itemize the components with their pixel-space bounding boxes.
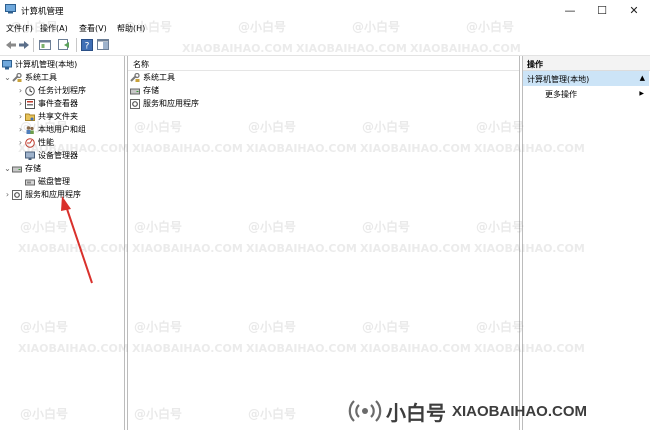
close-button[interactable]: ✕ xyxy=(618,0,650,20)
footer-url-text: XIAOBAIHAO.COM xyxy=(452,402,587,420)
tree-item-services-apps[interactable]: › 服务和应用程序 xyxy=(3,188,81,201)
show-hide-pane-icon[interactable] xyxy=(96,38,109,51)
list-item-services-apps[interactable]: 服务和应用程序 xyxy=(130,97,199,110)
tree-item-event-viewer[interactable]: › 事件查看器 xyxy=(16,97,78,110)
chevron-down-icon[interactable]: ⌄ xyxy=(3,71,12,84)
list-item-storage[interactable]: 存储 xyxy=(130,84,159,97)
storage-icon xyxy=(130,86,140,96)
chevron-right-icon[interactable]: › xyxy=(16,136,25,149)
back-arrow-icon[interactable] xyxy=(4,38,17,51)
svg-text:?: ? xyxy=(84,41,89,51)
tree-item-label: 磁盘管理 xyxy=(38,177,70,186)
tools-icon xyxy=(130,72,140,83)
column-header-label: 名称 xyxy=(133,60,149,69)
forward-arrow-icon[interactable] xyxy=(17,38,30,51)
tree-item-label: 设备管理器 xyxy=(38,151,78,160)
actions-header: 操作 xyxy=(523,56,650,71)
results-pane: 名称 系统工具 存储 服务和应用程序 xyxy=(127,56,520,430)
menu-file[interactable]: 文件(F) xyxy=(6,23,33,34)
performance-icon xyxy=(25,137,35,148)
services-icon xyxy=(12,189,22,200)
actions-pane: 操作 计算机管理(本地) ▲ 更多操作 ▶ xyxy=(522,56,650,430)
tree-item-shared-folders[interactable]: › 共享文件夹 xyxy=(16,110,78,123)
event-viewer-icon xyxy=(25,98,35,109)
actions-section-label: 计算机管理(本地) xyxy=(527,75,590,84)
tree-item-label: 事件查看器 xyxy=(38,99,78,108)
services-icon xyxy=(130,98,140,109)
tree-item-label: 本地用户和组 xyxy=(38,125,86,134)
clock-icon xyxy=(25,85,35,96)
list-item-label: 服务和应用程序 xyxy=(143,99,199,108)
more-actions-label: 更多操作 xyxy=(545,90,577,99)
tree-root-computer-management[interactable]: 计算机管理(本地) xyxy=(2,58,77,71)
tree-item-storage[interactable]: ⌄ 存储 xyxy=(3,162,41,175)
column-header-name[interactable]: 名称 xyxy=(128,56,519,71)
submenu-arrow-icon: ▶ xyxy=(639,90,644,97)
toolbar: ? xyxy=(0,34,650,56)
tree-item-device-manager[interactable]: 设备管理器 xyxy=(16,149,78,162)
chevron-right-icon[interactable]: › xyxy=(16,123,25,136)
list-item-system-tools[interactable]: 系统工具 xyxy=(130,71,175,84)
tree-item-disk-management[interactable]: 磁盘管理 xyxy=(16,175,70,188)
title-bar: 计算机管理 — ☐ ✕ xyxy=(0,0,650,20)
menu-action[interactable]: 操作(A) xyxy=(40,23,68,34)
tree-item-label: 共享文件夹 xyxy=(38,112,78,121)
tree-item-label: 性能 xyxy=(38,138,54,147)
tree-item-system-tools[interactable]: ⌄ 系统工具 xyxy=(3,71,57,84)
maximize-button[interactable]: ☐ xyxy=(586,0,618,20)
tree-root-label: 计算机管理(本地) xyxy=(15,60,78,69)
footer-brand-watermark: 小白号 XIAOBAIHAO.COM xyxy=(348,392,650,430)
up-folder-icon[interactable] xyxy=(38,38,51,51)
chevron-right-icon[interactable]: › xyxy=(3,188,12,201)
list-item-label: 存储 xyxy=(143,86,159,95)
collapse-up-icon[interactable]: ▲ xyxy=(640,74,645,82)
properties-icon[interactable] xyxy=(57,38,70,51)
help-icon[interactable]: ? xyxy=(80,38,93,51)
tree-item-task-scheduler[interactable]: › 任务计划程序 xyxy=(16,84,86,97)
list-item-label: 系统工具 xyxy=(143,73,175,82)
chevron-right-icon[interactable]: › xyxy=(16,110,25,123)
minimize-button[interactable]: — xyxy=(554,0,586,20)
disk-icon xyxy=(25,177,35,187)
tree-item-performance[interactable]: › 性能 xyxy=(16,136,54,149)
toolbar-separator xyxy=(76,38,77,52)
chevron-right-icon[interactable]: › xyxy=(16,84,25,97)
storage-icon xyxy=(12,164,22,174)
computer-management-icon xyxy=(5,4,16,14)
tree-item-label: 任务计划程序 xyxy=(38,86,86,95)
device-manager-icon xyxy=(25,151,35,161)
footer-brand-text: 小白号 xyxy=(386,400,446,425)
chevron-down-icon[interactable]: ⌄ xyxy=(3,162,12,175)
tree-item-local-users-groups[interactable]: › 本地用户和组 xyxy=(16,123,86,136)
tree-item-label: 服务和应用程序 xyxy=(25,190,81,199)
menu-view[interactable]: 查看(V) xyxy=(79,23,107,34)
menu-bar: 文件(F) 操作(A) 查看(V) 帮助(H) xyxy=(0,20,650,34)
tree-item-label: 存储 xyxy=(25,164,41,173)
chevron-right-icon[interactable]: › xyxy=(16,97,25,110)
tree-item-label: 系统工具 xyxy=(25,73,57,82)
computer-management-icon xyxy=(2,59,12,70)
minimize-icon: — xyxy=(564,3,576,17)
actions-more-actions[interactable]: 更多操作 ▶ xyxy=(523,87,649,101)
tools-icon xyxy=(12,72,22,83)
actions-section-computer-management[interactable]: 计算机管理(本地) ▲ xyxy=(523,71,649,86)
close-icon: ✕ xyxy=(629,3,639,17)
window-title: 计算机管理 xyxy=(21,7,64,17)
users-icon xyxy=(25,125,35,135)
shared-folder-icon xyxy=(25,112,35,122)
console-tree: 计算机管理(本地) ⌄ 系统工具 › 任务计划程序 › 事件查看器 › 共享文件… xyxy=(0,56,125,430)
broadcast-icon xyxy=(348,400,382,422)
actions-header-label: 操作 xyxy=(527,60,543,69)
toolbar-separator xyxy=(33,38,34,52)
menu-help[interactable]: 帮助(H) xyxy=(117,23,145,34)
maximize-icon: ☐ xyxy=(597,3,607,17)
